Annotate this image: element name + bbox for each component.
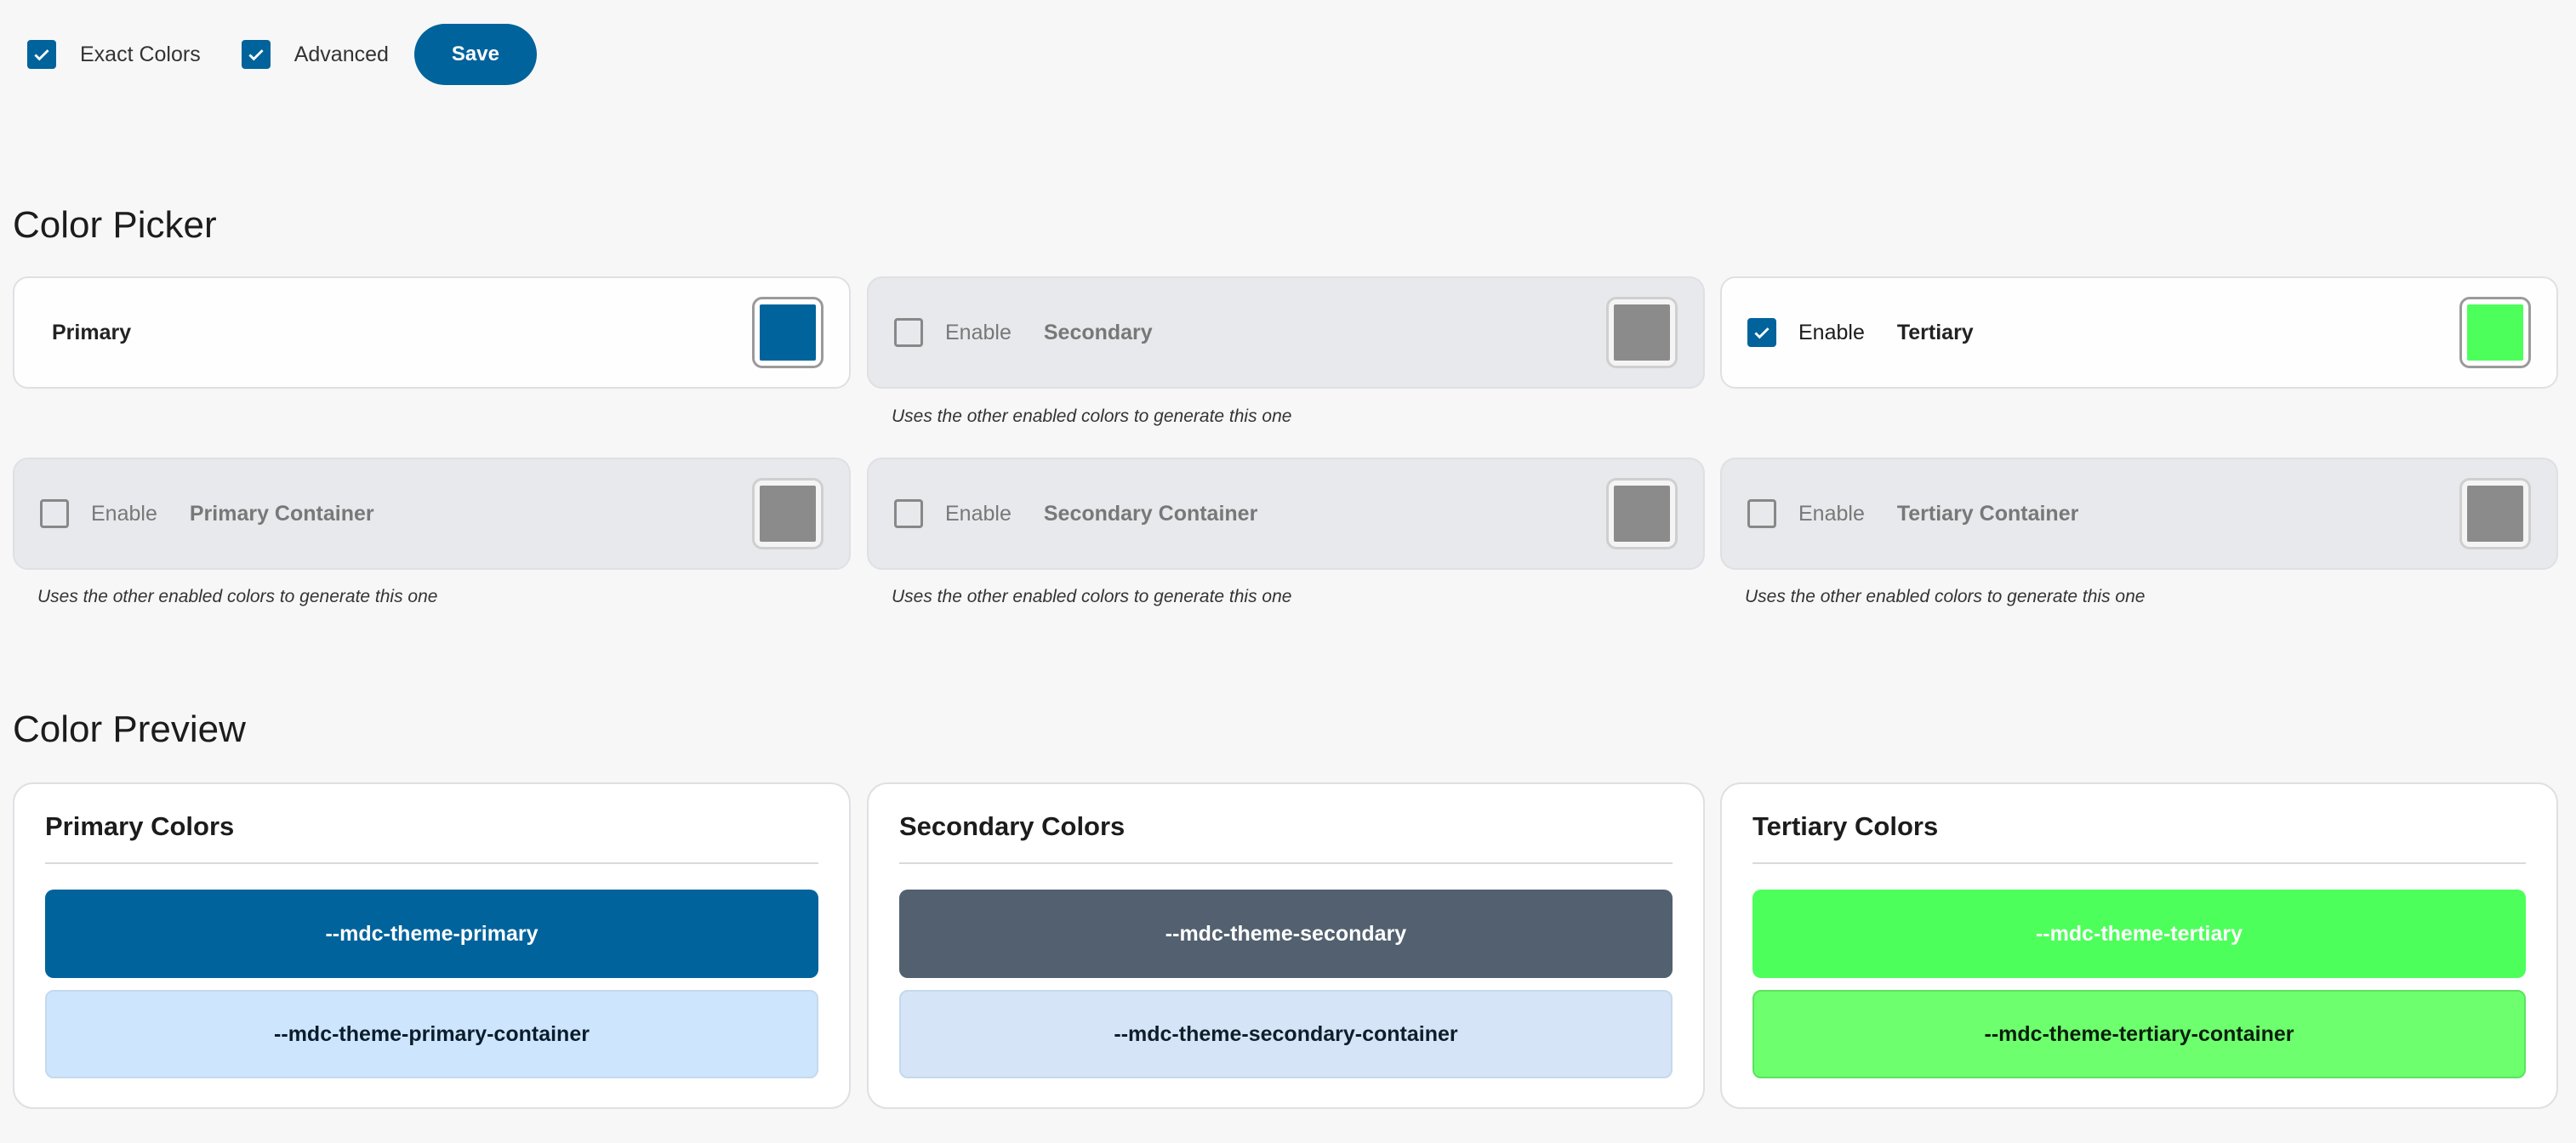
primary-color-swatch[interactable] (752, 297, 824, 368)
preview-card-title: Tertiary Colors (1752, 784, 2526, 864)
toolbar: Exact Colors Advanced Save (27, 24, 537, 85)
picker-tertiary: Enable Tertiary (1720, 276, 2558, 389)
secondary-container-hint: Uses the other enabled colors to generat… (892, 587, 1292, 606)
advanced-label: Advanced (294, 42, 389, 66)
primary-container-hint: Uses the other enabled colors to generat… (37, 587, 438, 606)
picker-tertiary-container: Enable Tertiary Container (1720, 458, 2558, 570)
exact-colors-checkbox[interactable] (27, 40, 56, 69)
secondary-enable-checkbox[interactable] (894, 318, 923, 347)
save-button[interactable]: Save (413, 24, 537, 85)
secondary-container-enable-label: Enable (945, 501, 1012, 526)
picker-secondary-label: Secondary (1043, 320, 1153, 344)
secondary-main-tile: --mdc-theme-secondary (899, 890, 1673, 978)
tertiary-container-color-swatch[interactable] (2459, 478, 2531, 549)
primary-color-fill (760, 304, 816, 361)
picker-primary-container-label: Primary Container (189, 501, 374, 526)
tertiary-container-hint: Uses the other enabled colors to generat… (1745, 587, 2146, 606)
color-picker-title: Color Picker (13, 204, 217, 246)
tertiary-container-enable-checkbox[interactable] (1747, 499, 1776, 528)
preview-card-title: Primary Colors (45, 784, 818, 864)
secondary-enable-label: Enable (945, 320, 1012, 344)
advanced-checkbox[interactable] (241, 40, 271, 69)
picker-secondary-container: Enable Secondary Container (867, 458, 1705, 570)
primary-container-color-swatch[interactable] (752, 478, 824, 549)
advanced-option[interactable]: Advanced (241, 40, 389, 69)
tertiary-enable-checkbox[interactable] (1747, 318, 1776, 347)
check-icon (1754, 327, 1770, 339)
preview-card-secondary: Secondary Colors --mdc-theme-secondary -… (867, 782, 1705, 1109)
secondary-container-color-fill (1614, 486, 1670, 542)
secondary-color-swatch[interactable] (1606, 297, 1678, 368)
check-icon (34, 49, 49, 61)
primary-container-enable-label: Enable (91, 501, 157, 526)
tertiary-enable-label: Enable (1798, 320, 1865, 344)
primary-main-tile: --mdc-theme-primary (45, 890, 818, 978)
picker-primary-label: Primary (52, 320, 132, 344)
picker-secondary: Enable Secondary (867, 276, 1705, 389)
tertiary-color-swatch[interactable] (2459, 297, 2531, 368)
secondary-container-enable-checkbox[interactable] (894, 499, 923, 528)
picker-tertiary-container-label: Tertiary Container (1896, 501, 2079, 526)
picker-secondary-container-label: Secondary Container (1043, 501, 1258, 526)
tertiary-container-enable-label: Enable (1798, 501, 1865, 526)
picker-tertiary-label: Tertiary (1896, 320, 1974, 344)
secondary-color-fill (1614, 304, 1670, 361)
tertiary-container-color-fill (2467, 486, 2523, 542)
color-preview-title: Color Preview (13, 708, 246, 750)
secondary-hint: Uses the other enabled colors to generat… (892, 407, 1292, 426)
check-icon (248, 49, 264, 61)
exact-colors-option[interactable]: Exact Colors (27, 40, 201, 69)
tertiary-container-tile: --mdc-theme-tertiary-container (1752, 990, 2526, 1078)
primary-container-enable-checkbox[interactable] (40, 499, 69, 528)
secondary-container-tile: --mdc-theme-secondary-container (899, 990, 1673, 1078)
exact-colors-label: Exact Colors (80, 42, 201, 66)
secondary-container-color-swatch[interactable] (1606, 478, 1678, 549)
picker-primary-container: Enable Primary Container (13, 458, 851, 570)
preview-card-title: Secondary Colors (899, 784, 1673, 864)
preview-card-tertiary: Tertiary Colors --mdc-theme-tertiary --m… (1720, 782, 2558, 1109)
primary-container-color-fill (760, 486, 816, 542)
preview-card-primary: Primary Colors --mdc-theme-primary --mdc… (13, 782, 851, 1109)
tertiary-color-fill (2467, 304, 2523, 361)
picker-primary: Primary (13, 276, 851, 389)
primary-container-tile: --mdc-theme-primary-container (45, 990, 818, 1078)
tertiary-main-tile: --mdc-theme-tertiary (1752, 890, 2526, 978)
